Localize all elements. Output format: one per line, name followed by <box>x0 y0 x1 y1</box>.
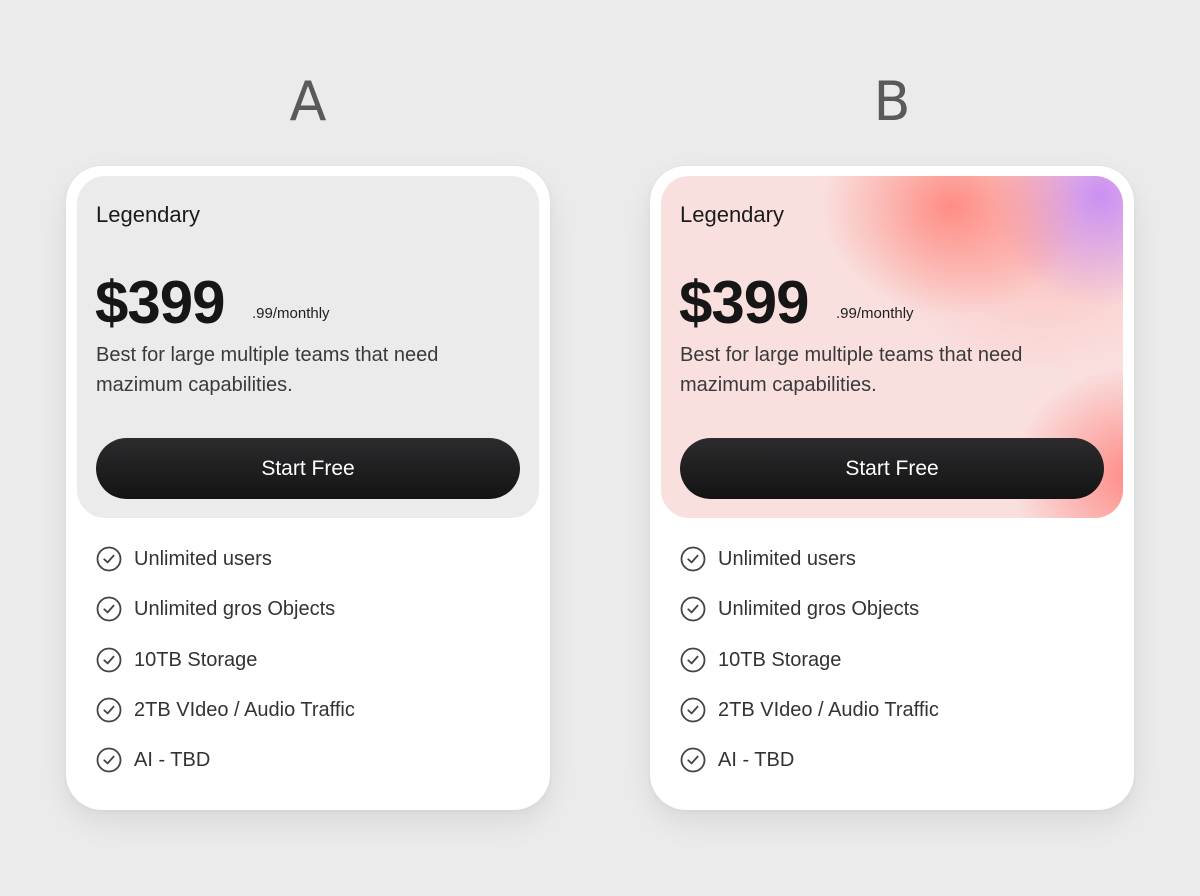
plan-name: Legendary <box>680 202 784 227</box>
feature-label: 2TB VIdeo / Audio Traffic <box>718 698 939 721</box>
start-free-button[interactable]: Start Free <box>96 438 520 499</box>
feature-item: 10TB Storage <box>96 647 355 697</box>
feature-item: AI - TBD <box>680 747 939 797</box>
check-circle-icon <box>96 596 122 622</box>
start-free-button[interactable]: Start Free <box>680 438 1104 499</box>
check-circle-icon <box>680 647 706 672</box>
plan-description: Best for large multiple teams that need … <box>680 344 1023 396</box>
plan-name: Legendary <box>96 202 200 227</box>
feature-label: Unlimited gros Objects <box>134 598 336 621</box>
feature-label: 10TB Storage <box>718 648 842 671</box>
variant-label-b: B <box>873 70 911 133</box>
feature-item: Unlimited gros Objects <box>96 596 355 646</box>
check-circle-icon <box>96 647 122 672</box>
feature-list: Unlimited users Unlimited gros Objects 1… <box>680 546 939 797</box>
plan-price-suffix: .99/monthly <box>836 305 914 322</box>
feature-item: AI - TBD <box>96 747 355 797</box>
pricing-card-a: Legendary $399 .99/monthly Best for larg… <box>66 166 550 810</box>
check-circle-icon <box>680 546 706 572</box>
feature-item: Unlimited users <box>680 546 939 596</box>
check-circle-icon <box>96 697 122 723</box>
plan-price-suffix: .99/monthly <box>252 305 330 322</box>
feature-item: Unlimited users <box>96 546 355 596</box>
feature-item: 2TB VIdeo / Audio Traffic <box>680 697 939 747</box>
feature-label: Unlimited users <box>718 548 856 570</box>
feature-label: Unlimited gros Objects <box>718 598 920 621</box>
pricing-header-panel-b: Legendary $399 .99/monthly Best for larg… <box>661 176 1123 518</box>
plan-price: $399 <box>679 269 809 336</box>
check-circle-icon <box>96 546 122 572</box>
feature-item: 10TB Storage <box>680 647 939 697</box>
plan-description: Best for large multiple teams that need … <box>96 344 439 396</box>
check-circle-icon <box>680 697 706 723</box>
feature-item: 2TB VIdeo / Audio Traffic <box>96 697 355 747</box>
feature-list: Unlimited users Unlimited gros Objects 1… <box>96 546 355 797</box>
pricing-header-panel-a: Legendary $399 .99/monthly Best for larg… <box>77 176 539 518</box>
check-circle-icon <box>96 747 122 773</box>
feature-item: Unlimited gros Objects <box>680 596 939 646</box>
pricing-card-b: Legendary $399 .99/monthly Best for larg… <box>650 166 1134 810</box>
check-circle-icon <box>680 747 706 773</box>
plan-price: $399 <box>95 269 225 336</box>
check-circle-icon <box>680 596 706 622</box>
feature-label: AI - TBD <box>134 749 211 772</box>
feature-label: Unlimited users <box>134 548 272 570</box>
feature-label: AI - TBD <box>718 749 795 772</box>
feature-label: 10TB Storage <box>134 648 258 671</box>
feature-label: 2TB VIdeo / Audio Traffic <box>134 698 355 721</box>
variant-label-a: A <box>289 70 327 133</box>
